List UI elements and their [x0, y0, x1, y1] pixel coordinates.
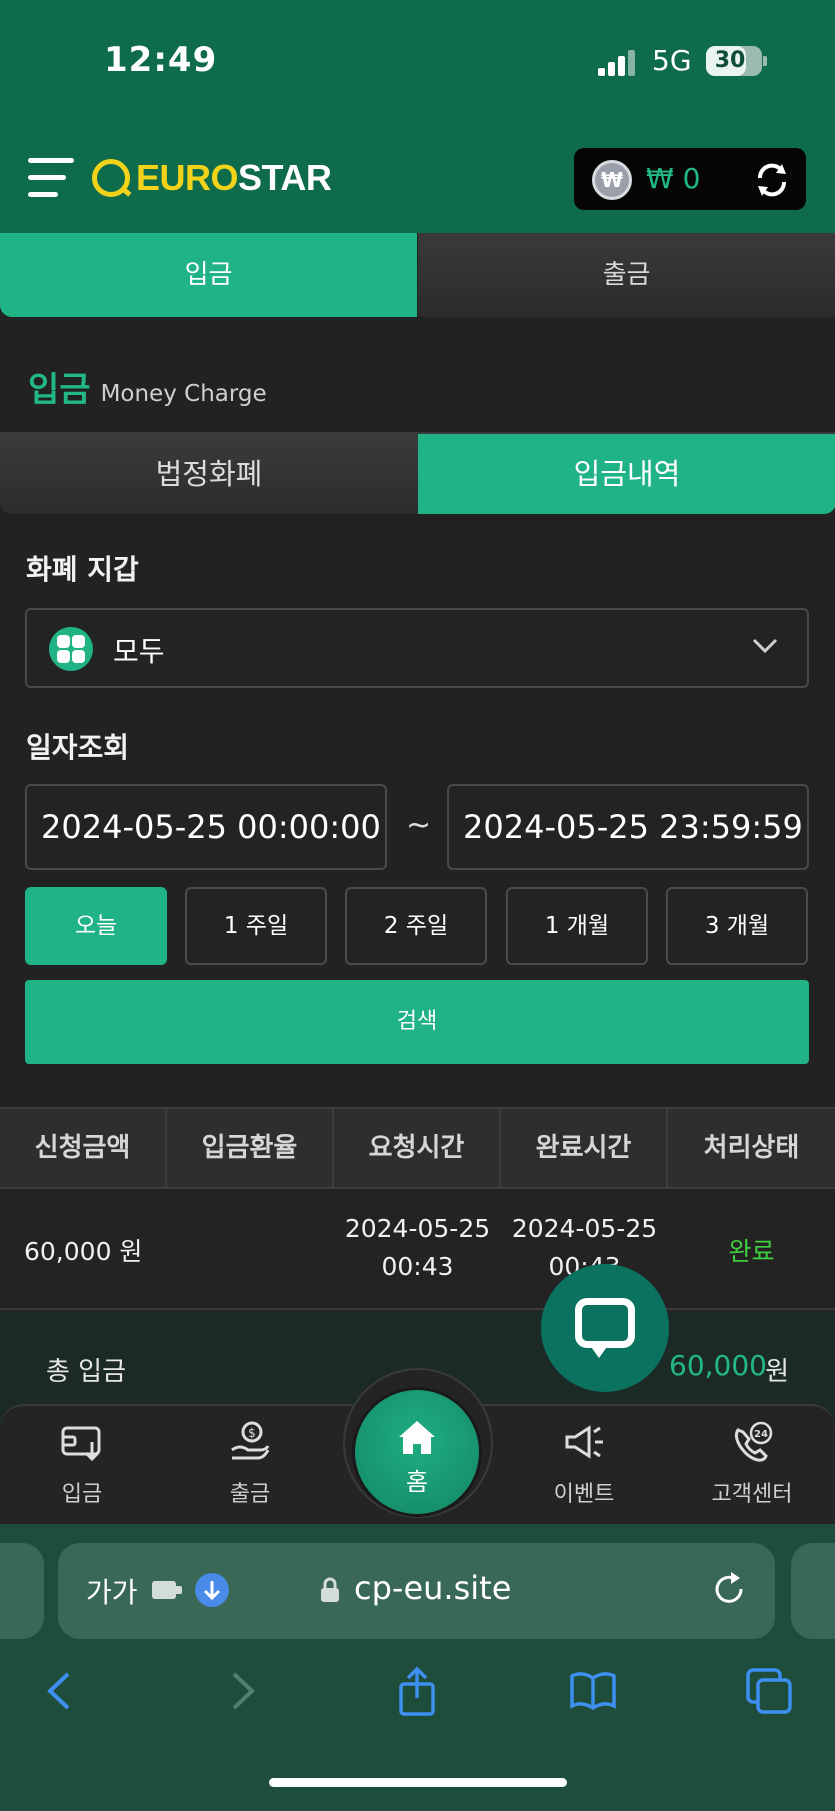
chevron-down-icon: [752, 638, 778, 654]
search-button[interactable]: 검색: [25, 980, 809, 1064]
table-row: 60,000 원 2024-05-25 00:43 2024-05-25 00:…: [0, 1190, 835, 1310]
address-bar[interactable]: 가가 cp-eu.site: [58, 1543, 775, 1639]
column-header: 처리상태: [703, 1133, 800, 1163]
section-title: 입금 Money Charge: [28, 362, 267, 411]
chat-icon: [575, 1298, 635, 1348]
chat-button[interactable]: [541, 1264, 669, 1392]
bookmarks-icon[interactable]: [568, 1666, 618, 1716]
range-1month-button[interactable]: 1 개월: [506, 887, 648, 965]
megaphone-icon: [565, 1425, 603, 1459]
forward-icon[interactable]: [216, 1666, 266, 1716]
date-separator: ~: [406, 808, 432, 843]
hand-coin-icon: $: [231, 1421, 270, 1460]
nav-deposit[interactable]: 입금: [22, 1420, 142, 1508]
tab-withdraw[interactable]: 출금: [418, 233, 835, 317]
network-type: 5G: [652, 44, 692, 77]
nav-home[interactable]: 홈: [352, 1387, 482, 1517]
total-label: 총 입금: [46, 1357, 127, 1387]
section-title-ko: 입금: [28, 370, 91, 410]
range-2week-button[interactable]: 2 주일: [345, 887, 487, 965]
total-amount: 60,000: [669, 1349, 767, 1382]
nav-home-label: 홈: [405, 1468, 429, 1496]
section-subtitle: Money Charge: [100, 381, 267, 407]
nav-support-label: 고객센터: [711, 1482, 793, 1507]
won-coin-icon: ₩: [592, 160, 632, 200]
svg-text:24: 24: [754, 1429, 768, 1440]
browser-toolbar: 가가 cp-eu.site: [0, 1524, 835, 1811]
lock-icon: [321, 1577, 339, 1602]
refresh-icon[interactable]: [752, 160, 792, 200]
range-today-button[interactable]: 오늘: [25, 887, 167, 965]
range-1week-button[interactable]: 1 주일: [185, 887, 327, 965]
status-time: 12:49: [104, 40, 218, 80]
table-header: 신청금액 입금환율 요청시간 완료시간 처리상태: [0, 1107, 835, 1189]
download-icon[interactable]: [194, 1572, 230, 1608]
next-tab-peek[interactable]: [791, 1543, 835, 1639]
nav-event-label: 이벤트: [553, 1482, 615, 1507]
share-icon[interactable]: [392, 1666, 442, 1716]
total-unit: 원: [765, 1357, 789, 1387]
logo-text-star: STAR: [238, 157, 332, 198]
extension-icon[interactable]: [150, 1575, 190, 1605]
back-icon[interactable]: [36, 1666, 86, 1716]
date-filter-label: 일자조회: [26, 731, 130, 764]
column-header: 요청시간: [334, 1109, 501, 1187]
signal-icon: [598, 48, 638, 76]
nav-support[interactable]: 24 고객센터: [692, 1420, 812, 1508]
nav-withdraw-label: 출금: [229, 1482, 271, 1507]
wallet-deposit-icon: [61, 1426, 101, 1462]
wallet-select-value: 모두: [113, 635, 165, 668]
text-size-button[interactable]: 가가: [86, 1571, 138, 1611]
tab-deposit-history[interactable]: 입금내역: [418, 434, 835, 514]
nav-event[interactable]: 이벤트: [524, 1420, 644, 1508]
column-header: 입금환율: [167, 1109, 334, 1187]
logo-text-euro: EURO: [136, 157, 239, 198]
date-to-input[interactable]: 2024-05-25 23:59:59: [447, 784, 809, 870]
grid-icon: [49, 627, 93, 671]
logo[interactable]: EURO STAR: [92, 156, 332, 200]
wallet-select[interactable]: 모두: [25, 608, 809, 688]
nav-deposit-label: 입금: [61, 1482, 103, 1507]
tab-fiat[interactable]: 법정화폐: [0, 434, 418, 514]
tab-deposit[interactable]: 입금: [0, 233, 417, 317]
menu-icon[interactable]: [28, 156, 74, 200]
status-cell: 완료: [728, 1237, 775, 1266]
wallet-filter-label: 화폐 지갑: [26, 553, 139, 586]
column-header: 완료시간: [501, 1109, 668, 1187]
nav-withdraw[interactable]: $ 출금: [190, 1420, 310, 1508]
complete-date-cell: 2024-05-25: [511, 1214, 658, 1243]
prev-tab-peek[interactable]: [0, 1543, 44, 1639]
reload-icon[interactable]: [711, 1571, 747, 1607]
amount-cell: 60,000 원: [24, 1237, 143, 1266]
home-indicator: [269, 1778, 567, 1787]
url-text: cp-eu.site: [354, 1569, 512, 1607]
request-date-cell: 2024-05-25: [344, 1214, 491, 1243]
column-header: 신청금액: [0, 1109, 167, 1187]
battery-level: 30: [714, 48, 746, 73]
logo-icon: [92, 159, 130, 197]
wallet-balance: ₩ 0: [646, 162, 701, 195]
date-from-input[interactable]: 2024-05-25 00:00:00: [25, 784, 387, 870]
wallet-balance-box: ₩ ₩ 0: [574, 148, 806, 210]
support-24-icon: 24: [734, 1421, 773, 1462]
svg-text:$: $: [248, 1426, 256, 1440]
home-icon: [399, 1421, 435, 1454]
tabs-icon[interactable]: [744, 1666, 794, 1716]
request-time-cell: 00:43: [381, 1252, 454, 1281]
app-header: 12:49 5G 30 EURO STAR ₩ ₩ 0: [0, 0, 835, 233]
battery-icon: 30: [706, 46, 767, 76]
range-3month-button[interactable]: 3 개월: [666, 887, 808, 965]
